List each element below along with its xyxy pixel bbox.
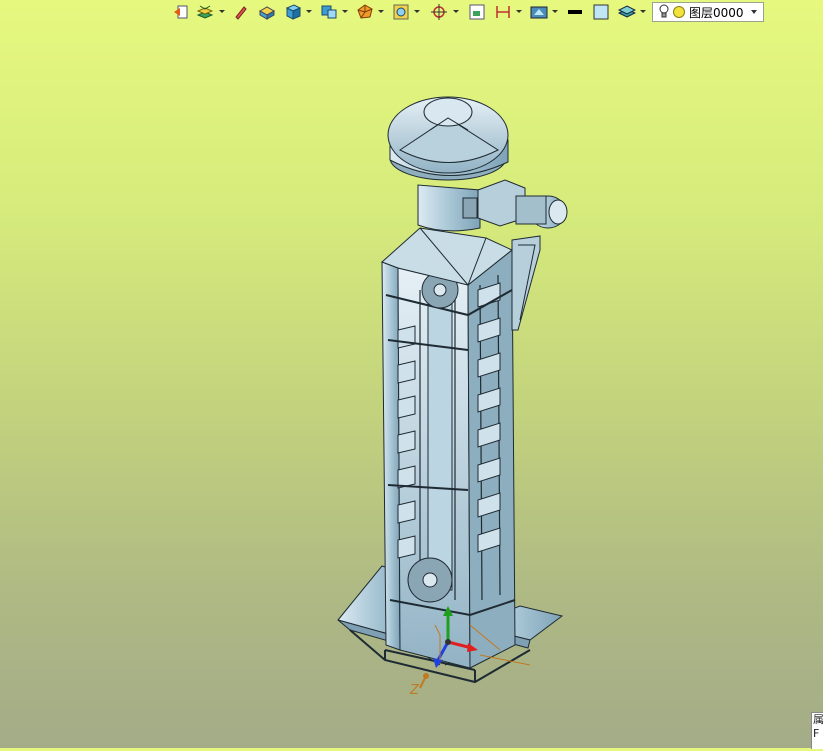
panel-row: 属 — [813, 713, 823, 726]
display-mode-icon[interactable] — [530, 3, 548, 21]
snap-target-icon[interactable] — [430, 3, 448, 21]
render-style-icon[interactable] — [356, 3, 374, 21]
layer-select[interactable]: 图层0000 — [652, 2, 764, 22]
cube-icon[interactable] — [284, 3, 302, 21]
view-cube-icon[interactable] — [320, 3, 338, 21]
fit-view-icon[interactable] — [468, 3, 486, 21]
layer-color-icon — [673, 6, 685, 18]
layer-name: 图层0000 — [689, 5, 744, 20]
dimension-icon[interactable] — [494, 3, 512, 21]
property-panel-corner[interactable]: 属 F — [811, 712, 823, 749]
lightbulb-icon[interactable] — [659, 4, 669, 21]
chevron-down-icon[interactable] — [751, 10, 757, 14]
fill-color-icon[interactable] — [592, 3, 610, 21]
back-icon[interactable] — [172, 3, 190, 21]
z-axis-label: Z — [410, 683, 419, 698]
zoom-frame-icon[interactable] — [392, 3, 410, 21]
layers-stack-icon[interactable] — [196, 3, 214, 21]
pen-icon[interactable] — [232, 3, 250, 21]
solid-box-icon[interactable] — [258, 3, 276, 21]
bucket-elevator-model — [337, 96, 568, 689]
panel-row: F — [813, 727, 820, 740]
line-color-icon[interactable] — [566, 3, 584, 21]
3d-viewport[interactable] — [0, 26, 823, 748]
layer-manager-icon[interactable] — [618, 3, 636, 21]
